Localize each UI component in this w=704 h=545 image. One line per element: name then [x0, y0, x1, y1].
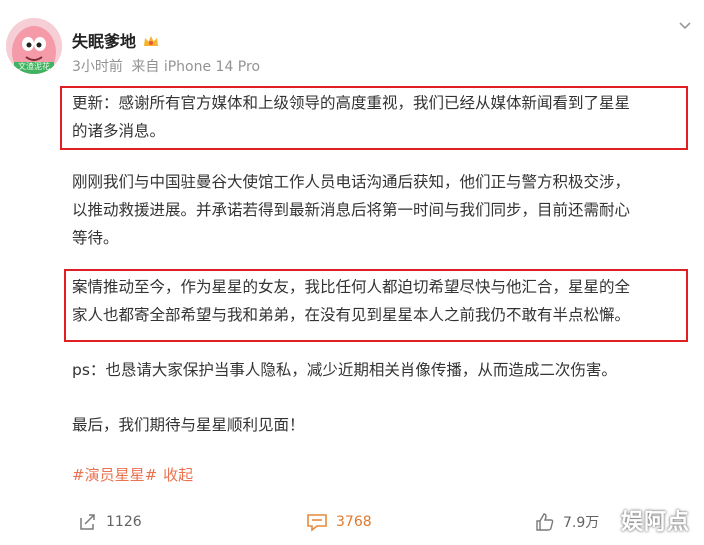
paragraph-line: 更新：感谢所有官方媒体和上级领导的高度重视，我们已经从媒体新闻看到了星星 — [72, 94, 631, 112]
post-paragraph: 更新：感谢所有官方媒体和上级领导的高度重视，我们已经从媒体新闻看到了星星 的诸多… — [72, 89, 684, 145]
comment-count: 3768 — [336, 514, 372, 530]
paragraph-line: 的诸多消息。 — [72, 122, 166, 140]
crown-icon — [142, 33, 160, 49]
post-paragraph: 刚刚我们与中国驻曼谷大使馆工作人员电话沟通后获知，他们正与警方积极交涉， 以推动… — [72, 168, 684, 252]
paragraph-line: 以推动救援进展。并承诺若得到最新消息后将第一时间与我们同步，目前还需耐心 — [72, 201, 631, 219]
username-text: 失眠爹地 — [72, 32, 137, 51]
post-paragraph: ps：也恳请大家保护当事人隐私，减少近期相关肖像传播，从而造成二次伤害。 — [72, 356, 684, 384]
post-time[interactable]: 3小时前 — [72, 59, 123, 75]
post-menu-chevron-icon[interactable] — [677, 17, 693, 33]
paragraph-line: 等待。 — [72, 229, 119, 247]
comment-icon — [307, 514, 327, 532]
post-paragraph: 案情推动至今，作为星星的女友，我比任何人都迫切希望尽快与他汇合，星星的全 家人也… — [72, 273, 684, 329]
repost-button[interactable]: 1126 — [78, 510, 142, 534]
comment-button[interactable]: 3768 — [306, 510, 372, 534]
like-count: 7.9万 — [563, 515, 600, 531]
paragraph-line: 刚刚我们与中国驻曼谷大使馆工作人员电话沟通后获知，他们正与警方积极交涉， — [72, 173, 631, 191]
post-tags: #演员星星# 收起 — [72, 464, 193, 485]
repost-icon — [80, 514, 95, 530]
paragraph-line: 案情推动至今，作为星星的女友，我比任何人都迫切希望尽快与他汇合，星星的全 — [72, 278, 631, 296]
post-paragraph: 最后，我们期待与星星顺利见面！ — [72, 411, 684, 439]
paragraph-line: ps：也恳请大家保护当事人隐私，减少近期相关肖像传播，从而造成二次伤害。 — [72, 361, 617, 379]
repost-count: 1126 — [106, 514, 142, 530]
post-meta: 3小时前 来自 iPhone 14 Pro — [72, 56, 260, 76]
paragraph-line: 家人也都寄全部希望与我和弟弟，在没有见到星星本人之前我仍不敢有半点松懈。 — [72, 306, 631, 324]
avatar-caption: 文渣泥花 — [18, 62, 50, 71]
post-source: 来自 iPhone 14 Pro — [131, 59, 261, 75]
hashtag-link[interactable]: #演员星星# — [72, 466, 157, 484]
avatar[interactable]: 文渣泥花 — [6, 18, 62, 74]
watermark: 娱阿点 — [620, 510, 690, 535]
paragraph-line: 最后，我们期待与星星顺利见面！ — [72, 416, 305, 434]
like-button[interactable]: 7.9万 — [535, 510, 599, 534]
username[interactable]: 失眠爹地 — [72, 28, 160, 52]
thumbs-up-icon — [536, 513, 554, 531]
collapse-link[interactable]: 收起 — [163, 466, 193, 484]
